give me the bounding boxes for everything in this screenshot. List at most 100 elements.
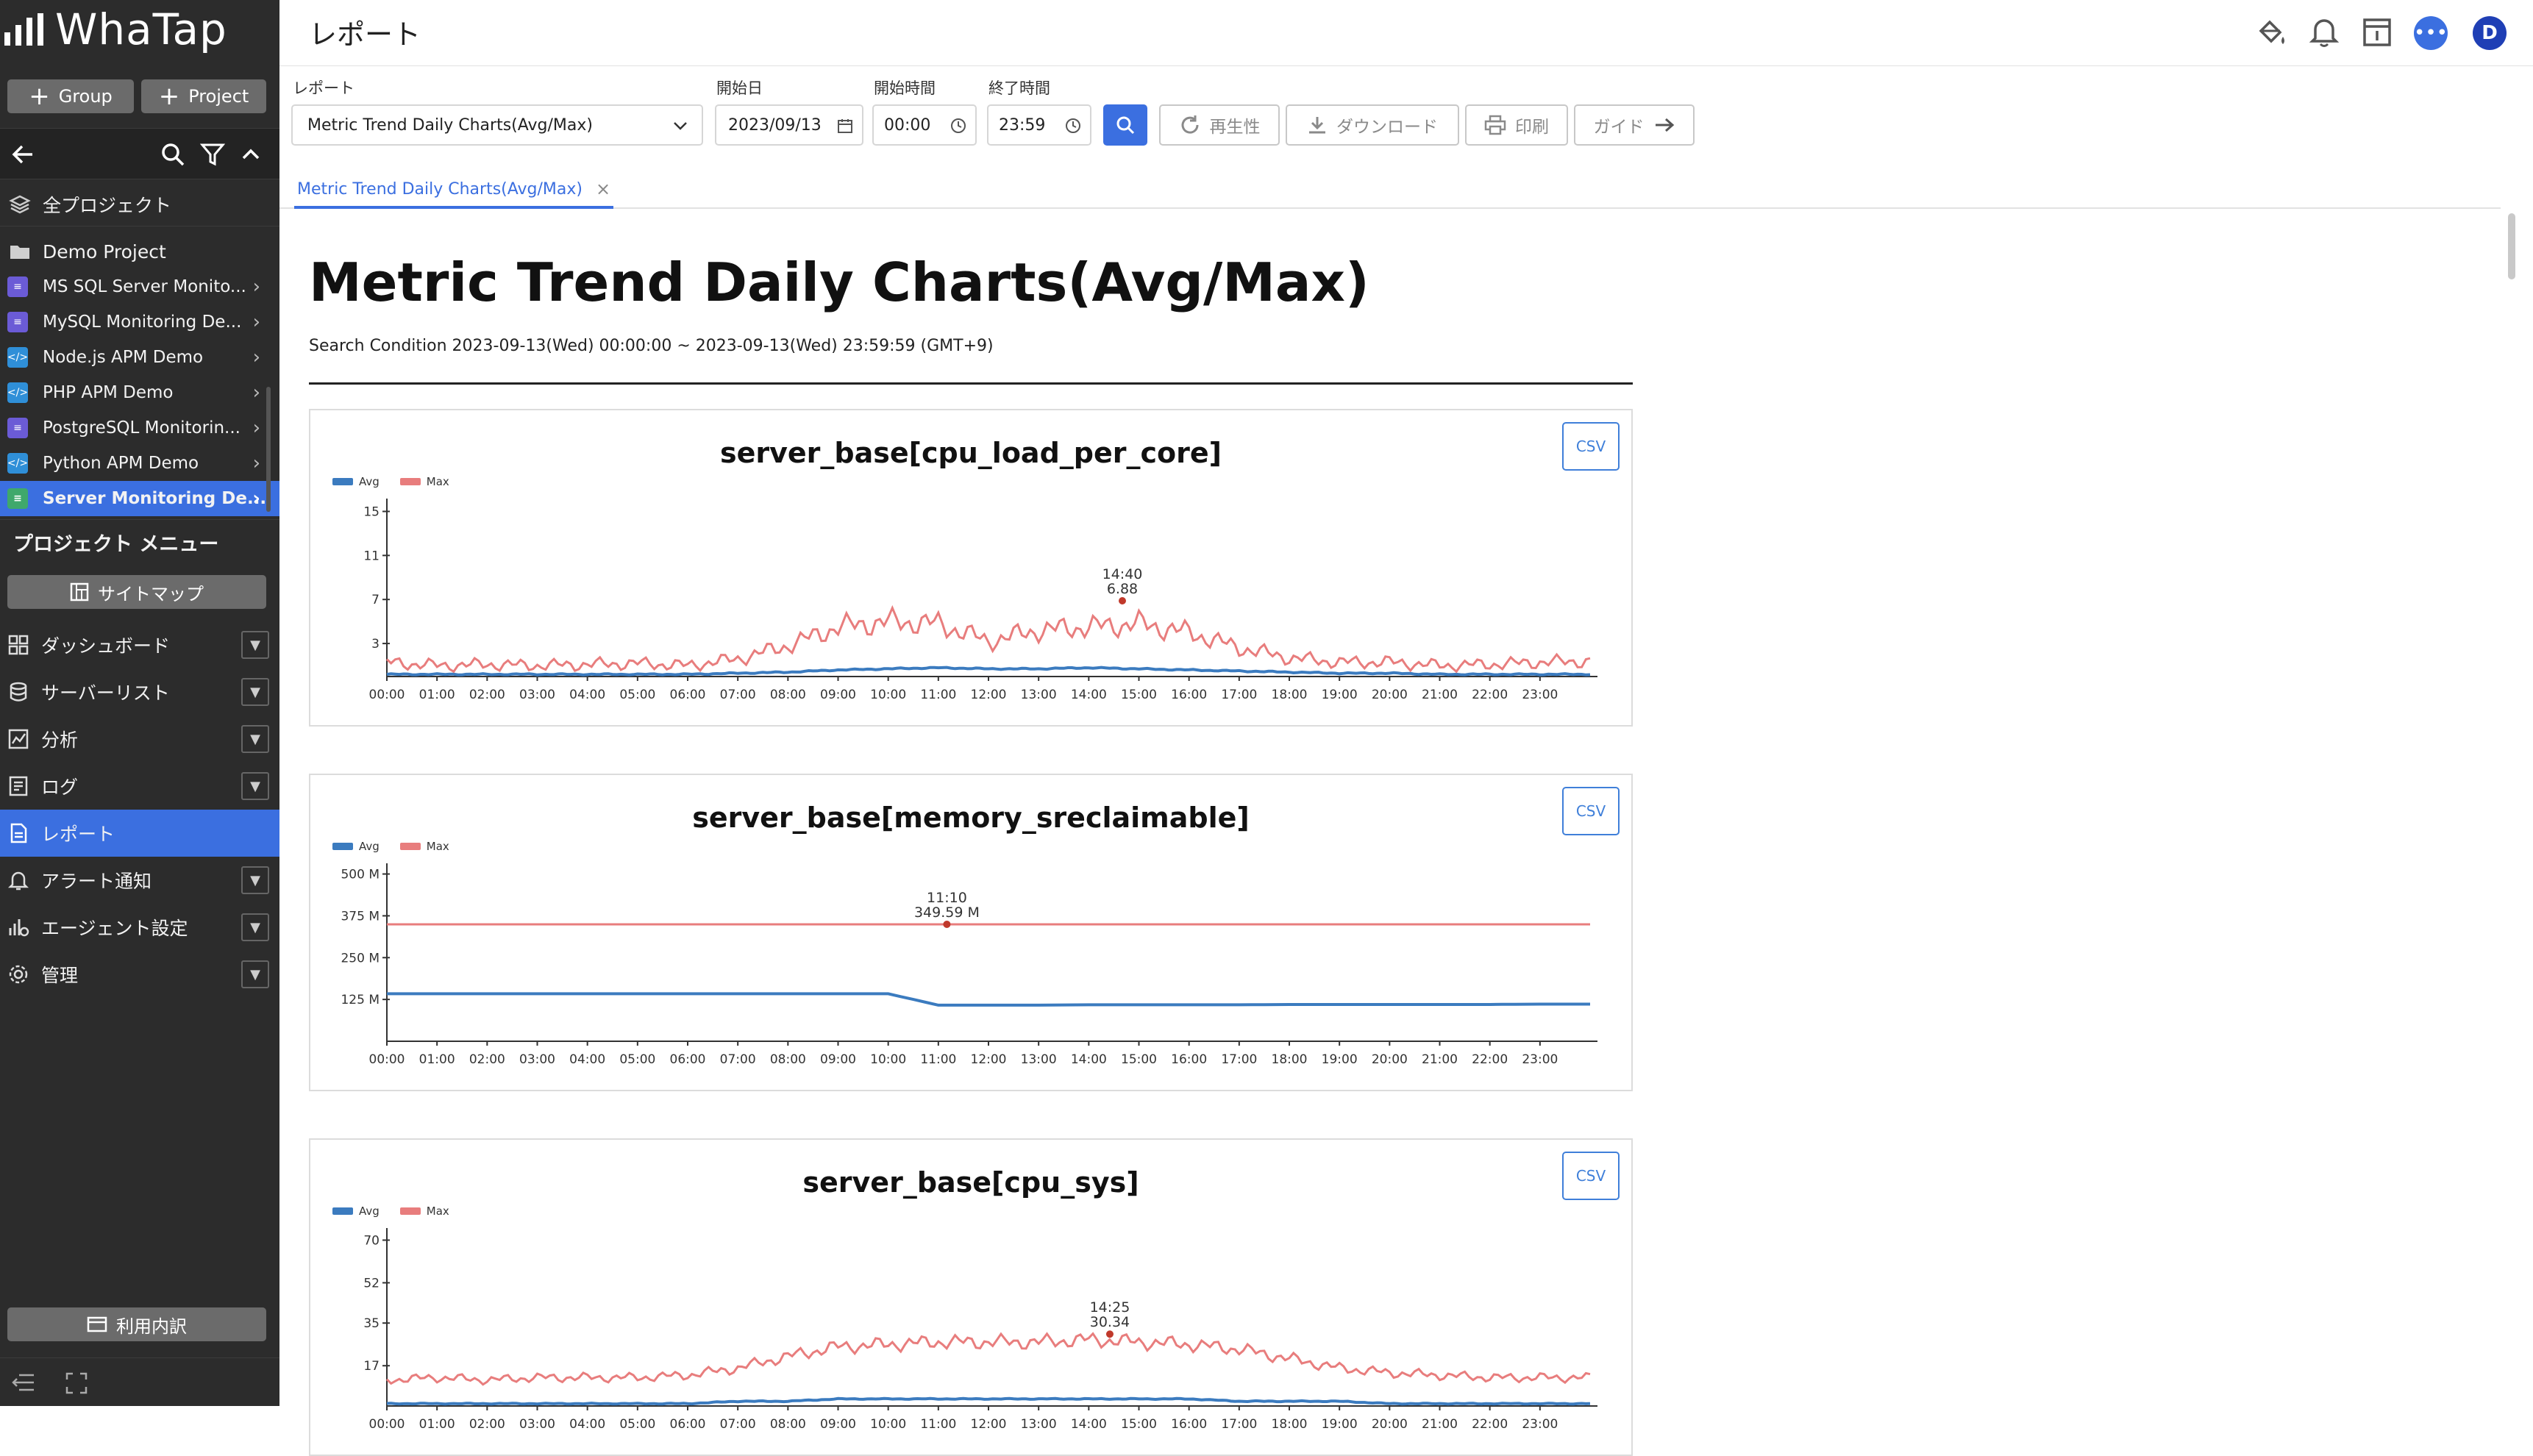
chevron-up-icon[interactable] xyxy=(240,143,262,165)
add-group-button[interactable]: + Group xyxy=(7,79,134,113)
search-condition: Search Condition 2023-09-13(Wed) 00:00:0… xyxy=(309,337,994,355)
sidebar-project-item[interactable]: ≡ MS SQL Server Monito... › xyxy=(0,269,279,304)
print-label: 印刷 xyxy=(1515,118,1549,137)
x-tick-label: 03:00 xyxy=(519,688,555,702)
database-icon: ≡ xyxy=(7,312,28,332)
usage-button[interactable]: 利用内訳 xyxy=(7,1307,266,1341)
add-project-button[interactable]: + Project xyxy=(141,79,266,113)
chevron-right-icon[interactable]: › xyxy=(252,488,260,510)
series-line-max[interactable] xyxy=(385,604,1591,674)
chevron-right-icon[interactable]: › xyxy=(253,417,260,439)
menu-item[interactable]: ログ ▼ xyxy=(0,763,279,810)
expand-dropdown-icon[interactable]: ▼ xyxy=(241,678,269,706)
back-arrow-icon[interactable] xyxy=(10,142,35,167)
end-time-input[interactable]: 23:59 xyxy=(987,104,1091,146)
chevron-right-icon[interactable]: › xyxy=(253,311,260,333)
menu-item[interactable]: サーバーリスト ▼ xyxy=(0,668,279,715)
x-tick-label: 07:00 xyxy=(720,688,756,702)
search-button[interactable] xyxy=(1103,104,1147,146)
x-tick-label: 18:00 xyxy=(1272,1052,1308,1067)
project-label: MS SQL Server Monito... xyxy=(43,277,246,296)
collapse-menu-icon[interactable] xyxy=(12,1371,35,1393)
x-tick-label: 06:00 xyxy=(670,1052,706,1067)
fullscreen-icon[interactable] xyxy=(65,1371,88,1395)
plus-icon: + xyxy=(29,82,50,111)
chevron-right-icon[interactable]: › xyxy=(253,452,260,474)
gear-icon xyxy=(9,965,28,984)
x-tick-label: 19:00 xyxy=(1322,1417,1358,1432)
printer-icon xyxy=(1484,115,1506,135)
sidebar-project-item[interactable]: </> Node.js APM Demo › xyxy=(0,340,279,375)
expand-dropdown-icon[interactable]: ▼ xyxy=(241,960,269,988)
expand-dropdown-icon[interactable]: ▼ xyxy=(241,725,269,753)
expand-dropdown-icon[interactable]: ▼ xyxy=(241,913,269,941)
bell-icon xyxy=(7,871,29,891)
menu-item-label: ログ xyxy=(41,777,79,798)
tab-close-icon[interactable]: × xyxy=(596,179,610,199)
sidebar-project-item[interactable]: </> Python APM Demo › xyxy=(0,446,279,481)
menu-item-label: レポート xyxy=(41,824,115,845)
whatap-logo[interactable]: WhaTap xyxy=(4,3,227,56)
x-tick-label: 09:00 xyxy=(820,1417,856,1432)
peak-value-label: 30.34 xyxy=(1090,1314,1130,1330)
start-date-input[interactable]: 2023/09/13 xyxy=(715,104,863,146)
card-icon xyxy=(87,1316,107,1332)
report-select[interactable]: Metric Trend Daily Charts(Avg/Max) xyxy=(291,104,703,146)
sidebar-project-item[interactable]: ≡ PostgreSQL Monitorin... › xyxy=(0,410,279,446)
x-tick-label: 15:00 xyxy=(1121,688,1157,702)
expand-dropdown-icon[interactable]: ▼ xyxy=(241,631,269,659)
guide-button[interactable]: ガイド xyxy=(1574,104,1695,146)
filter-icon[interactable] xyxy=(200,142,225,167)
menu-item[interactable]: 管理 ▼ xyxy=(0,951,279,998)
all-projects-item[interactable]: 全プロジェクト xyxy=(0,182,279,226)
x-tick-label: 18:00 xyxy=(1272,1417,1308,1432)
download-button[interactable]: ダウンロード xyxy=(1286,104,1459,146)
x-tick-label: 18:00 xyxy=(1272,688,1308,702)
title-divider xyxy=(309,382,1633,385)
search-icon[interactable] xyxy=(160,142,185,167)
folder-demo-project[interactable]: Demo Project xyxy=(0,229,279,274)
peak-point[interactable] xyxy=(943,920,951,928)
series-line-avg[interactable] xyxy=(386,1396,1591,1406)
menu-item[interactable]: ダッシュボード ▼ xyxy=(0,621,279,668)
sidebar-project-item[interactable]: </> PHP APM Demo › xyxy=(0,375,279,410)
content-scrollbar[interactable] xyxy=(2508,213,2515,279)
code-icon: </> xyxy=(7,347,28,368)
start-time-value: 00:00 xyxy=(884,115,931,135)
menu-item[interactable]: 分析 ▼ xyxy=(0,715,279,763)
peak-point[interactable] xyxy=(1105,1330,1114,1338)
clock-icon xyxy=(951,118,966,133)
project-label: PHP APM Demo xyxy=(43,383,174,402)
usage-label: 利用内訳 xyxy=(116,1316,187,1337)
expand-dropdown-icon[interactable]: ▼ xyxy=(241,772,269,800)
add-project-label: Project xyxy=(188,86,249,107)
start-time-input[interactable]: 00:00 xyxy=(872,104,977,146)
print-button[interactable]: 印刷 xyxy=(1465,104,1568,146)
expand-dropdown-icon[interactable]: ▼ xyxy=(241,866,269,894)
chevron-right-icon[interactable]: › xyxy=(253,346,260,368)
sidebar-project-item[interactable]: ≡ Server Monitoring De... › xyxy=(0,481,279,516)
sidebar-scrollbar[interactable] xyxy=(266,387,271,512)
menu-item[interactable]: エージェント設定 ▼ xyxy=(0,904,279,951)
peak-point[interactable] xyxy=(1119,597,1127,605)
chevron-right-icon[interactable]: › xyxy=(253,382,260,404)
series-line-max[interactable] xyxy=(385,1332,1591,1386)
y-tick-label: 52 xyxy=(363,1276,380,1291)
chat-icon[interactable]: ••• xyxy=(2414,16,2448,50)
notice-board-icon[interactable] xyxy=(2361,16,2393,49)
sidebar-project-item[interactable]: ≡ MySQL Monitoring De... › xyxy=(0,304,279,340)
bell-icon[interactable] xyxy=(2308,15,2340,49)
y-tick-label: 500 M xyxy=(341,868,380,882)
user-avatar[interactable]: D xyxy=(2473,16,2507,50)
x-tick-label: 04:00 xyxy=(569,1417,605,1432)
sitemap-button[interactable]: サイトマップ xyxy=(7,575,266,609)
x-tick-label: 14:00 xyxy=(1071,1417,1107,1432)
tab-report[interactable]: Metric Trend Daily Charts(Avg/Max) × xyxy=(294,172,614,209)
series-line-avg[interactable] xyxy=(387,992,1590,1007)
menu-item[interactable]: アラート通知 ▼ xyxy=(0,857,279,904)
chevron-right-icon[interactable]: › xyxy=(253,276,260,298)
paint-bucket-icon[interactable] xyxy=(2255,16,2287,49)
replay-button[interactable]: 再生性 xyxy=(1159,104,1280,146)
project-label: Node.js APM Demo xyxy=(43,348,204,367)
menu-item[interactable]: レポート xyxy=(0,810,279,857)
